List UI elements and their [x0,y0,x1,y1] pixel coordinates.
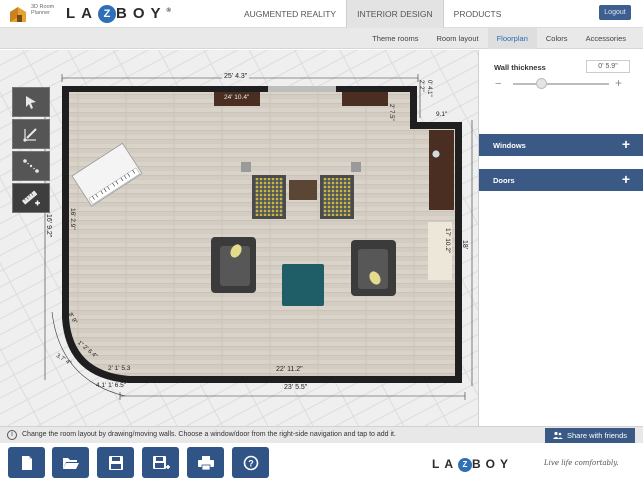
drawing-tools [12,87,50,215]
subtab-floorplan[interactable]: Floorplan [487,28,537,49]
save-button[interactable] [97,447,134,478]
properties-panel: Wall thickness 0' 5.9" − + Windows + Doo… [478,50,643,426]
question-icon: ? [243,455,258,470]
dimension-bottom-outer: 23' 5.5" [282,384,310,391]
slider-minus-button[interactable]: − [495,78,501,90]
open-folder-button[interactable] [52,447,89,478]
arrow-pointer-icon [26,96,36,109]
lazboy-logo: LA Z BOY® [66,5,171,23]
floppy-plus-icon [152,455,170,469]
main-tabs: AUGMENTED REALITY INTERIOR DESIGN PRODUC… [234,0,511,28]
help-button[interactable]: ? [232,447,269,478]
dimension-top-right-vert: 2' 7.5" [388,104,394,121]
doors-section-label: Doors [493,175,515,185]
ruler-add-icon [21,190,40,206]
top-bar: 3D Room Planner LA Z BOY® AUGMENTED REALIT… [0,0,643,28]
dimension-left-outer: 16' 9.2" [45,214,52,238]
draw-wall-tool-button[interactable] [12,119,50,149]
new-file-button[interactable] [8,447,45,478]
select-tool-button[interactable] [12,87,50,117]
dimension-bottom-corner: 2' 1' 5.3 [108,365,131,372]
people-icon [552,431,563,439]
subtab-colors[interactable]: Colors [537,28,577,49]
dimension-right-outer: 18' 9" [454,240,468,250]
svg-text:?: ? [248,458,254,468]
doors-section[interactable]: Doors + [479,169,643,191]
bottom-toolbar: ? LA Z BOY Live life comfortably. [0,443,643,482]
dimension-left-inner: 16' 2.9" [69,208,76,230]
print-button[interactable] [187,447,224,478]
footer-tagline: Live life comfortably. [544,459,619,467]
wall-thickness-label: Wall thickness [494,63,546,72]
save-as-button[interactable] [142,447,179,478]
edit-points-tool-button[interactable] [12,151,50,181]
wall-thickness-slider[interactable] [513,83,609,85]
windows-section-label: Windows [493,140,526,150]
tab-products[interactable]: PRODUCTS [444,0,512,28]
tab-interior-design[interactable]: INTERIOR DESIGN [346,0,444,28]
logout-button[interactable]: Logout [599,5,631,20]
footer-lazboy-logo: LA Z BOY [432,457,514,472]
subtab-accessories[interactable]: Accessories [577,28,635,49]
app-window: 3D Room Planner LA Z BOY® AUGMENTED REALIT… [0,0,643,482]
pencil-line-icon [23,128,37,142]
share-label: Share with friends [566,431,628,440]
dotted-line-icon [23,159,39,173]
room-planner-logo-text: 3D Room Planner [31,4,55,16]
share-with-friends-button[interactable]: Share with friends [545,428,635,443]
dimension-top-inner: 24' 10.4" [224,94,250,101]
dimension-top-right-b: 2' 2" [418,80,424,92]
dimension-right-notch: 9.1" [436,111,448,118]
subtab-room-layout[interactable]: Room layout [427,28,487,49]
dimension-corner-a: 4.1' 1' 6.5" [96,382,127,389]
dimension-top: 25' 4.3" [222,73,250,80]
floppy-disk-icon [108,455,123,470]
measure-tool-button[interactable] [12,183,50,213]
floorplan-drawing [0,50,478,426]
sub-navigation: Theme rooms Room layout Floorplan Colors… [0,28,643,49]
room-planner-logo-icon [8,4,28,24]
file-icon [21,455,32,470]
dimension-bottom-inner: 22' 11.2" [276,366,303,373]
folder-open-icon [62,457,79,469]
status-bar: i Change the room layout by drawing/movi… [0,426,643,443]
printer-icon [197,455,214,470]
plus-icon: + [621,171,630,187]
wall-thickness-input[interactable]: 0' 5.9" [586,60,630,73]
dimension-right-inner: 17' 10.2" [444,228,451,254]
info-icon: i [7,430,17,440]
plus-icon: + [621,136,630,152]
status-message: Change the room layout by drawing/moving… [22,431,396,438]
windows-section[interactable]: Windows + [479,134,643,156]
floorplan-canvas[interactable]: 25' 4.3" 24' 10.4" 2' 7.5" 0' 4.1" 2' 2"… [0,50,478,426]
dimension-top-right-a: 0' 4.1" [426,80,432,97]
subtab-theme-rooms[interactable]: Theme rooms [363,28,427,49]
slider-plus-button[interactable]: + [615,76,622,90]
slider-handle[interactable] [536,78,548,89]
tab-augmented-reality[interactable]: AUGMENTED REALITY [234,0,346,28]
